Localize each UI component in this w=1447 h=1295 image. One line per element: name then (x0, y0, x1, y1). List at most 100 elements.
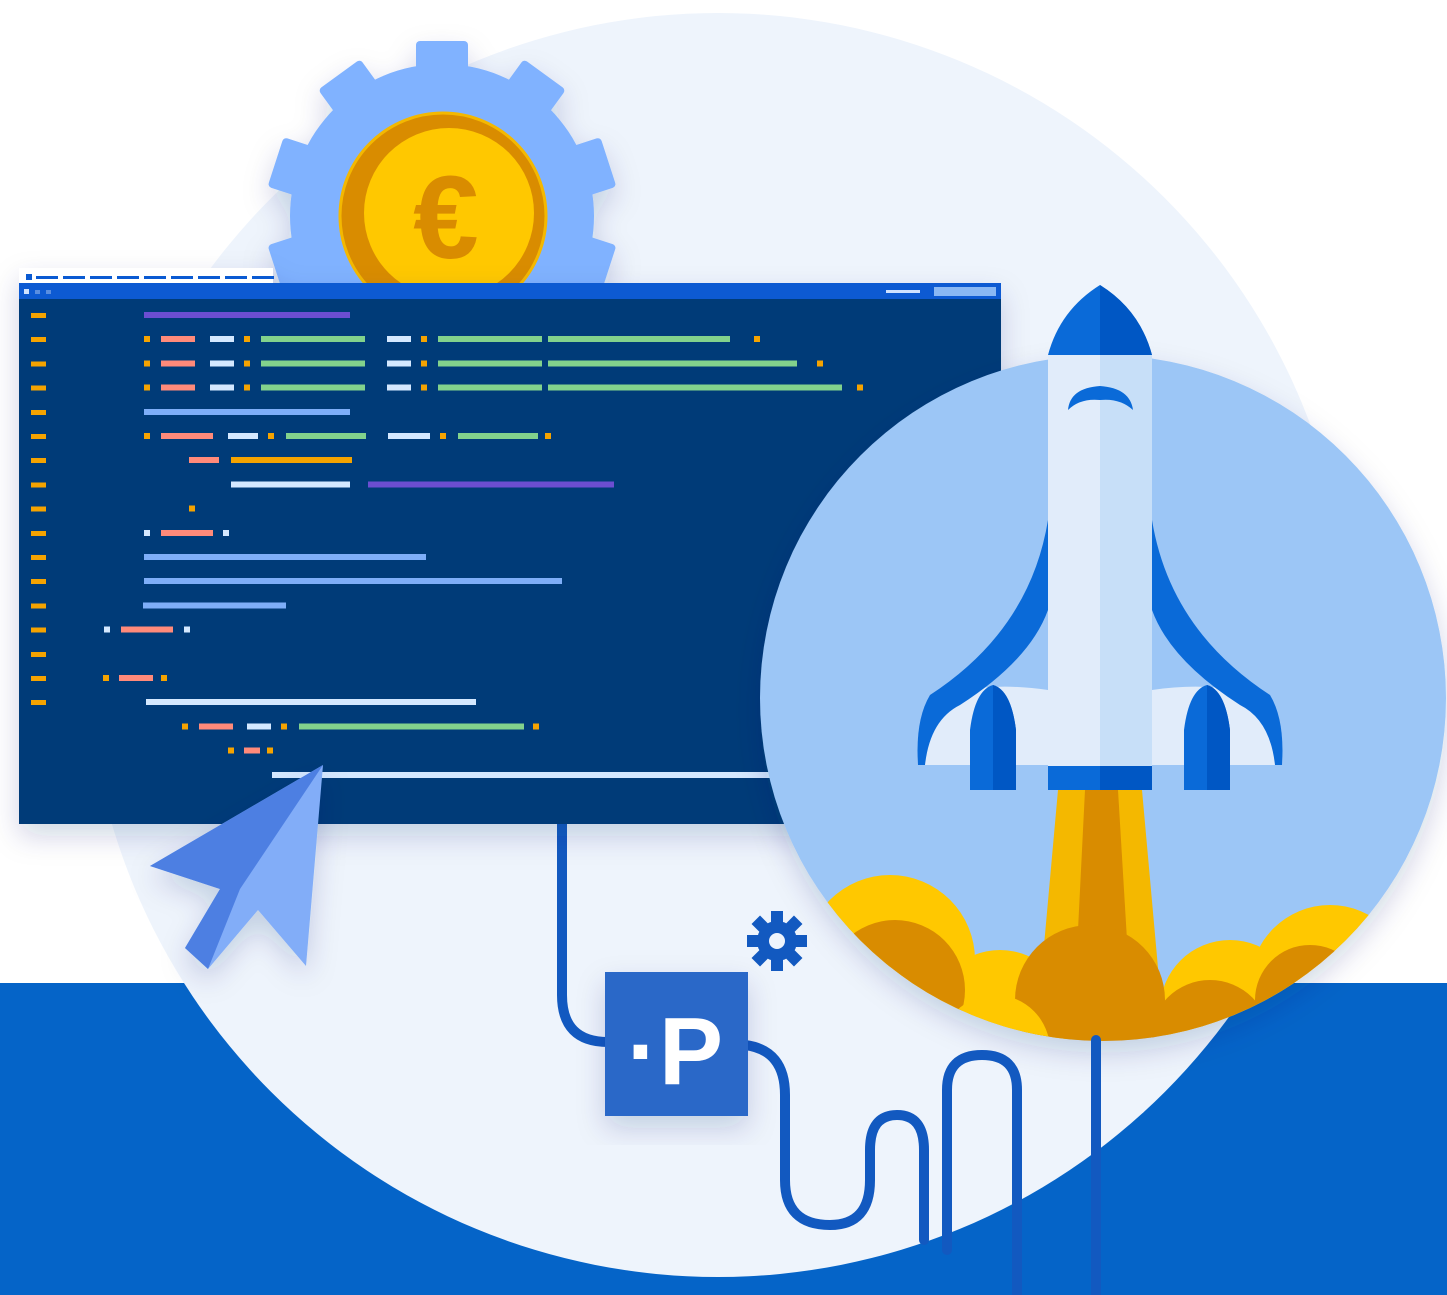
code-token (189, 505, 195, 512)
code-token (144, 408, 350, 415)
code-token (144, 554, 426, 560)
code-token (161, 360, 195, 367)
line-number-marker (31, 530, 46, 536)
tab-dash (63, 276, 85, 279)
code-token (161, 675, 167, 681)
code-token (121, 626, 173, 633)
code-token (244, 336, 250, 343)
code-token (231, 481, 350, 488)
code-token (368, 481, 614, 488)
line-number-marker (31, 458, 46, 464)
small-gear-icon (747, 911, 807, 971)
code-token (387, 360, 411, 367)
code-token (545, 433, 551, 439)
line-number-marker (31, 555, 46, 560)
code-token (421, 360, 427, 367)
code-token (223, 529, 229, 536)
line-number-marker (31, 482, 46, 488)
code-token (817, 360, 823, 367)
line-number-marker (31, 627, 46, 633)
code-token (231, 457, 352, 464)
line-number-marker (31, 313, 46, 318)
code-token (161, 529, 213, 536)
tab-dash (198, 276, 220, 279)
code-token (438, 360, 542, 367)
code-token (144, 529, 150, 536)
code-token (228, 747, 234, 754)
code-token (161, 336, 195, 343)
editor-titlebar (19, 283, 1001, 299)
code-token (421, 336, 427, 343)
code-token (189, 457, 219, 464)
code-token (548, 360, 797, 367)
line-number-marker (31, 603, 46, 609)
code-token (267, 747, 273, 754)
tab-dash (171, 276, 193, 279)
line-number-marker (31, 337, 46, 343)
code-token (184, 626, 190, 633)
line-number-marker (31, 434, 46, 439)
code-token (261, 384, 365, 391)
tab-dash (225, 276, 247, 279)
line-number-marker (31, 651, 46, 657)
code-token (440, 433, 446, 439)
code-token (103, 675, 109, 681)
code-token (144, 433, 150, 439)
code-token (548, 336, 730, 343)
code-token (388, 433, 430, 439)
line-number-marker (31, 361, 46, 367)
tab-dash (252, 276, 274, 279)
code-token (244, 384, 250, 391)
code-token (387, 384, 411, 391)
tab-dash (117, 276, 139, 279)
code-token (268, 433, 274, 439)
code-token (244, 360, 250, 367)
code-token (244, 747, 260, 754)
code-token (421, 384, 427, 391)
line-number-marker (31, 676, 46, 681)
code-token (161, 384, 195, 391)
tab-dash (144, 276, 166, 279)
line-number-marker (31, 385, 46, 391)
line-number-marker (31, 579, 46, 585)
code-token (119, 675, 153, 681)
code-token (182, 723, 188, 730)
tab-dash (90, 276, 112, 279)
p-badge: ·P (605, 972, 748, 1116)
code-token (199, 723, 233, 730)
code-token (548, 384, 842, 391)
code-token (261, 360, 365, 367)
line-number-marker (31, 409, 46, 415)
code-token (161, 433, 213, 439)
code-token (261, 336, 365, 343)
code-token (144, 360, 150, 367)
code-token (438, 336, 542, 343)
code-token (210, 360, 234, 367)
code-token (272, 771, 772, 778)
code-token (438, 384, 542, 391)
code-token (533, 723, 539, 730)
code-token (299, 723, 524, 730)
code-token (286, 433, 366, 439)
code-token (210, 384, 234, 391)
code-token (281, 723, 287, 730)
code-token (144, 578, 562, 585)
code-token (228, 433, 258, 439)
code-token (146, 699, 476, 706)
tab-dash (36, 276, 58, 279)
code-token (458, 433, 538, 439)
code-token (144, 336, 150, 343)
line-number-marker (31, 506, 46, 512)
code-token (754, 336, 760, 343)
code-token (387, 336, 411, 343)
code-token (857, 384, 863, 391)
code-token (247, 723, 271, 730)
coin-symbol: € (413, 152, 479, 284)
code-token (144, 384, 150, 391)
code-token (144, 312, 350, 318)
code-token (104, 626, 110, 633)
line-number-marker (31, 700, 46, 706)
code-token (210, 336, 234, 343)
p-badge-label: ·P (627, 998, 723, 1105)
code-token (143, 602, 286, 609)
